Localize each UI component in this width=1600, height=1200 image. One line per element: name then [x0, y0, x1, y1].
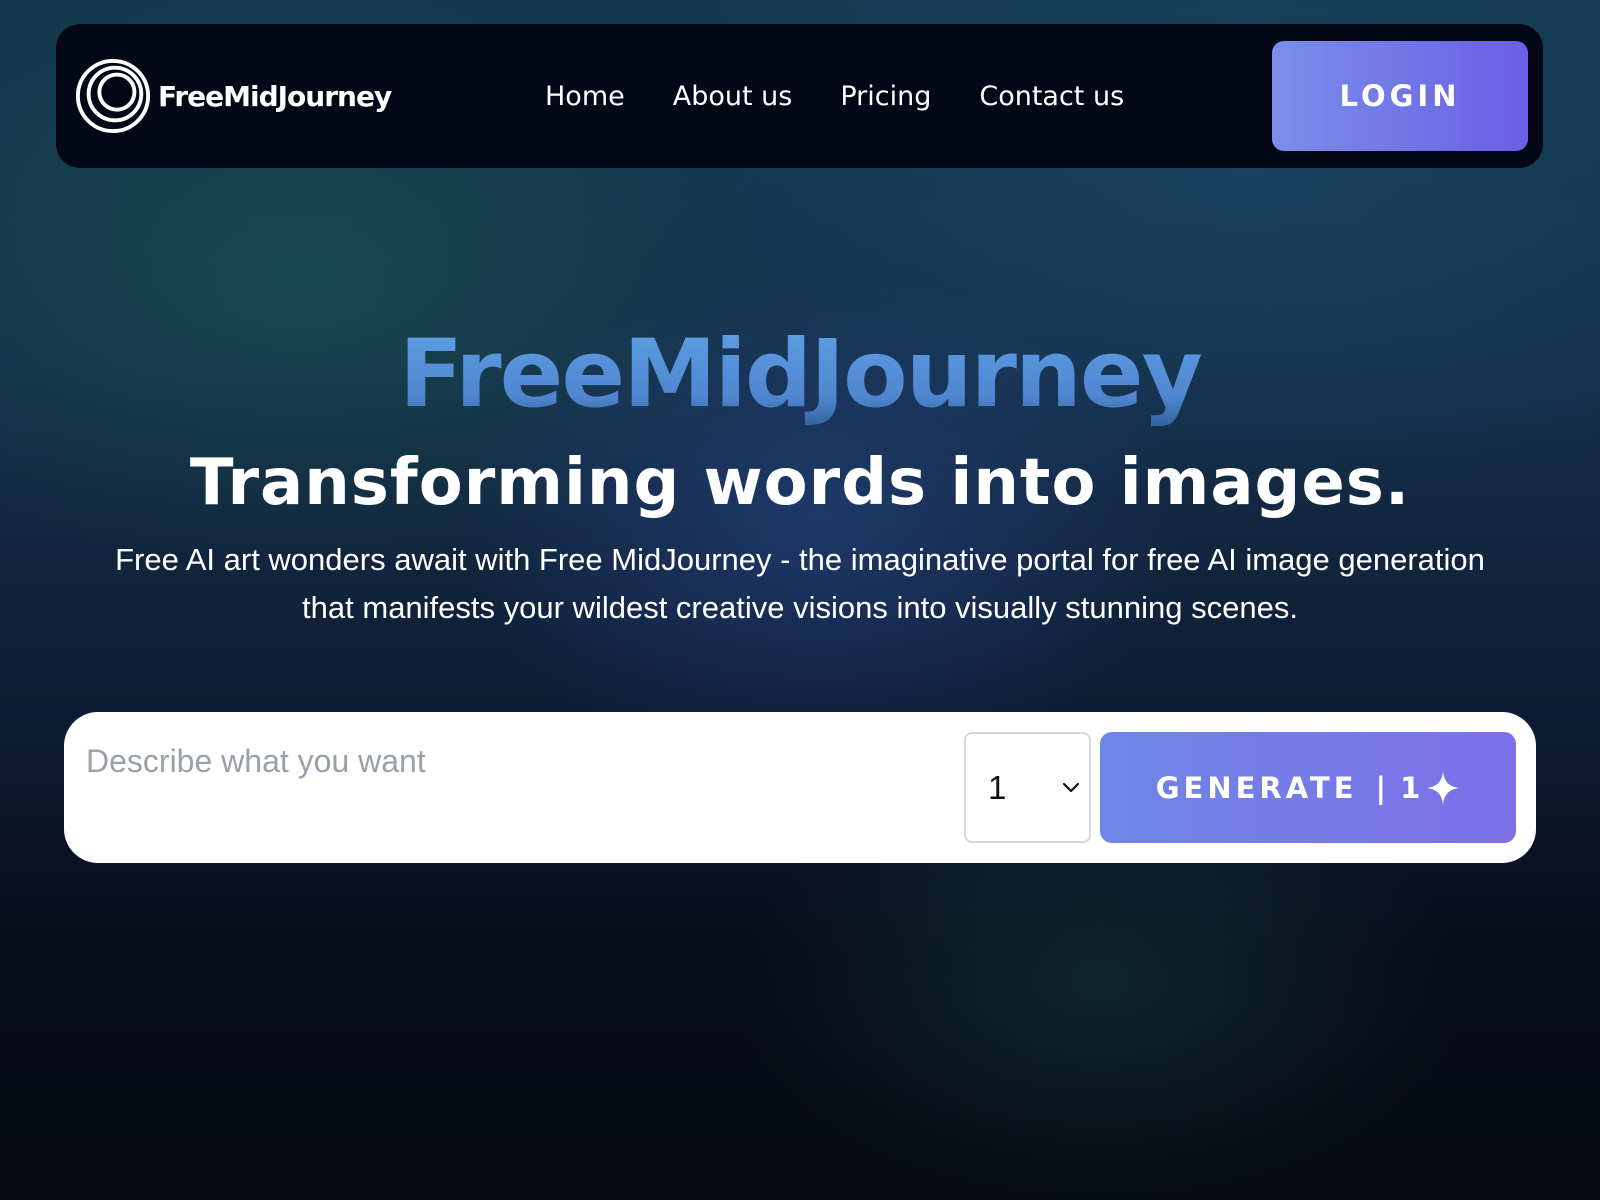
login-button[interactable]: LOGIN [1272, 41, 1528, 151]
prompt-bar: 1 GENERATE | 1 [64, 712, 1536, 863]
top-navbar: FreeMidJourney Home About us Pricing Con… [56, 24, 1543, 168]
nav-item-contact-us[interactable]: Contact us [979, 81, 1124, 112]
nav-item-pricing[interactable]: Pricing [840, 81, 931, 112]
hero-tagline: Transforming words into images. [189, 446, 1411, 520]
generate-label: GENERATE [1155, 770, 1358, 805]
concentric-circles-logo-icon [75, 58, 151, 134]
image-count-select[interactable]: 1 [964, 732, 1091, 843]
hero-brand-title: FreeMidJourney [0, 320, 1600, 430]
generate-divider: | [1375, 770, 1387, 805]
image-count-value: 1 [988, 768, 1007, 806]
generate-button[interactable]: GENERATE | 1 [1100, 732, 1516, 843]
nav-item-home[interactable]: Home [545, 81, 625, 112]
generate-cost: 1 [1400, 770, 1421, 805]
prompt-input[interactable] [84, 730, 948, 792]
logo-text: FreeMidJourney [158, 79, 392, 113]
hero-description: Free AI art wonders await with Free MidJ… [115, 542, 1485, 625]
nav-links: Home About us Pricing Contact us [545, 24, 1172, 168]
chevron-down-icon [1062, 782, 1080, 793]
nav-item-about-us[interactable]: About us [673, 81, 793, 112]
logo-link[interactable]: FreeMidJourney [74, 56, 392, 136]
sparkle-icon [1427, 771, 1460, 804]
